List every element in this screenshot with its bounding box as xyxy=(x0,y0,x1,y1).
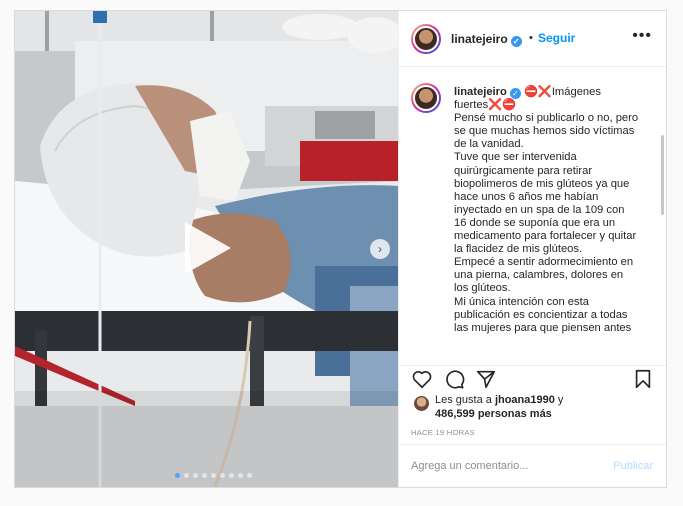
post-header: linatejeiro ✓ • Seguir ••• xyxy=(399,11,666,67)
caption-paragraph: Empecé a sentir adormecimiento en una pi… xyxy=(454,256,634,295)
comment-input[interactable] xyxy=(411,457,601,475)
liker-avatar[interactable] xyxy=(414,396,429,411)
bookmark-icon[interactable] xyxy=(632,368,654,390)
likes-line: Les gusta a jhoana1990 y xyxy=(435,394,564,406)
caption-paragraph: Tuve que ser intervenida quirúrgicamente… xyxy=(454,151,637,256)
caption-area: linatejeiro ✓ ⛔❌Imágenes fuertes❌⛔ Pensé … xyxy=(399,67,666,365)
post-media-video[interactable]: › xyxy=(15,11,398,487)
header-username[interactable]: linatejeiro ✓ xyxy=(451,32,522,47)
caption-scrollbar[interactable] xyxy=(661,135,664,215)
caption-paragraph: Pensé mucho si publicarlo o no, pero se … xyxy=(454,112,639,151)
carousel-indicator xyxy=(175,473,252,478)
comment-icon[interactable] xyxy=(443,368,465,390)
post-timestamp[interactable]: HACE 19 HORAS xyxy=(411,428,475,437)
verified-badge-icon: ✓ xyxy=(509,88,521,100)
post-sidebar: linatejeiro ✓ • Seguir ••• linatejeiro ✓ ⛔… xyxy=(398,11,666,487)
publish-button[interactable]: Publicar xyxy=(613,460,653,472)
comment-box: Publicar xyxy=(399,444,666,487)
carousel-dot xyxy=(184,473,189,478)
heart-icon[interactable] xyxy=(411,368,433,390)
caption-text: linatejeiro ✓ ⛔❌Imágenes fuertes❌⛔ Pensé … xyxy=(454,86,639,335)
instagram-post: › linatejeiro ✓ • Seguir ••• linatejeiro ✓… xyxy=(14,10,667,488)
carousel-dot xyxy=(211,473,216,478)
caption-username[interactable]: linatejeiro xyxy=(454,86,507,98)
chevron-right-icon[interactable]: › xyxy=(370,239,390,259)
carousel-dot xyxy=(238,473,243,478)
post-actions xyxy=(399,365,666,393)
carousel-dot xyxy=(202,473,207,478)
carousel-dot xyxy=(175,473,180,478)
liker-username[interactable]: jhoana1990 xyxy=(495,394,555,406)
likes-count[interactable]: 486,599 personas más xyxy=(435,408,552,420)
separator-dot: • xyxy=(529,32,533,44)
carousel-dot xyxy=(193,473,198,478)
play-icon[interactable] xyxy=(185,222,231,274)
carousel-dot xyxy=(229,473,234,478)
caption-paragraph: Mi única intención con esta publicación … xyxy=(454,295,632,334)
carousel-dot xyxy=(247,473,252,478)
follow-button[interactable]: Seguir xyxy=(538,31,575,45)
avatar[interactable] xyxy=(411,24,441,54)
likes-summary: Les gusta a jhoana1990 y 486,599 persona… xyxy=(411,394,651,424)
more-horizontal-icon[interactable]: ••• xyxy=(632,27,652,45)
share-icon[interactable] xyxy=(475,368,497,390)
carousel-dot xyxy=(220,473,225,478)
verified-badge-icon: ✓ xyxy=(510,36,522,47)
caption-avatar[interactable] xyxy=(411,83,441,113)
